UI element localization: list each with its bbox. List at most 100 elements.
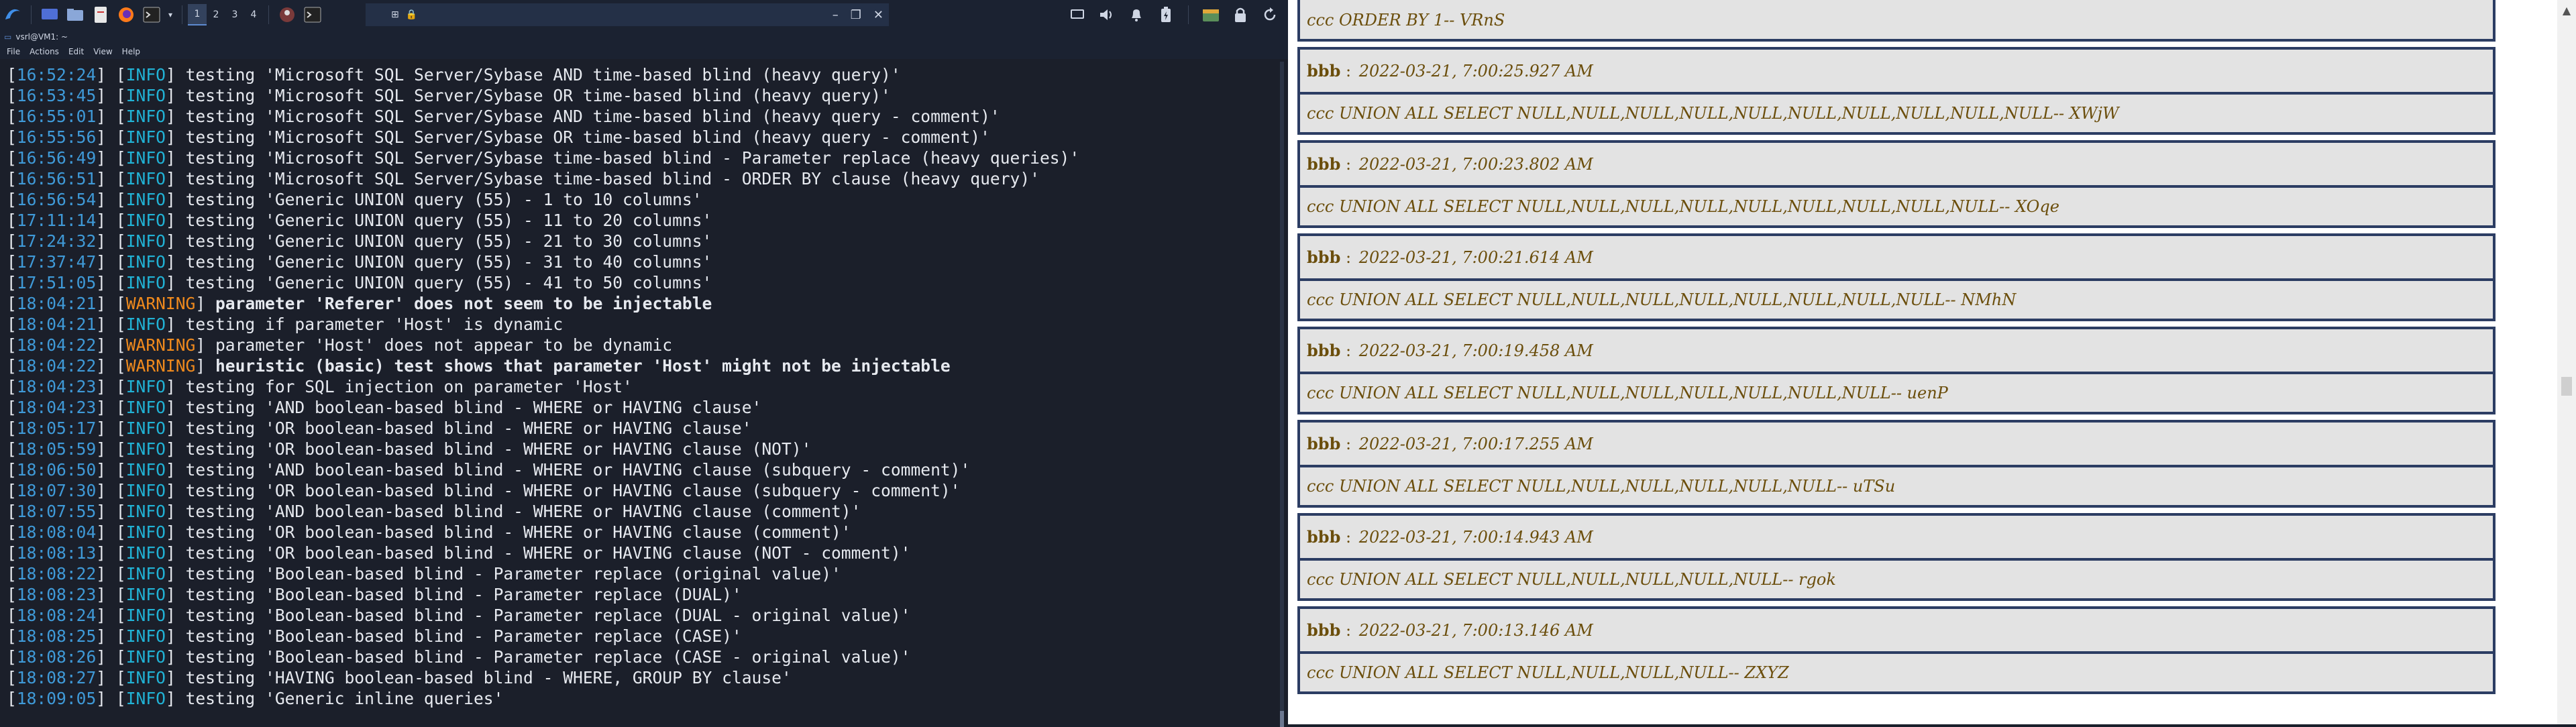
log-level: INFO [125, 86, 166, 105]
firefox-icon[interactable] [115, 5, 138, 25]
chevron-down-icon[interactable]: ▾ [166, 5, 175, 25]
log-timestamp: 16:52:24 [16, 65, 97, 85]
message-separator: : [1340, 154, 1356, 174]
maximize-icon[interactable]: ❐ [851, 8, 861, 22]
log-message: testing 'Generic UNION query (55) - 31 t… [185, 252, 712, 272]
terminal-line: [18:04:22] [WARNING] heuristic (basic) t… [7, 356, 951, 376]
volume-icon[interactable] [1095, 5, 1118, 25]
log-message: testing 'AND boolean-based blind - WHERE… [185, 460, 971, 480]
taskbar-separator [31, 5, 32, 24]
terminal-line: [18:08:22] [INFO] testing 'Boolean-based… [7, 564, 841, 583]
log-message: testing 'AND boolean-based blind - WHERE… [185, 398, 762, 417]
menu-actions[interactable]: Actions [30, 47, 59, 56]
message-entry: bbb : 2022-03-21, 7:00:14.943 AM ccc UNIO… [1297, 513, 2496, 601]
message-body: ccc UNION ALL SELECT NULL,NULL,NULL,NULL… [1307, 290, 2017, 309]
message-date: 2022-03-21, 7:00:23.802 AM [1358, 154, 1593, 174]
terminal-line: [18:08:27] [INFO] testing 'HAVING boolea… [7, 668, 792, 687]
terminal-line: [18:05:59] [INFO] testing 'OR boolean-ba… [7, 439, 812, 459]
workspace-4[interactable]: 4 [244, 5, 263, 25]
log-timestamp: 18:04:22 [16, 356, 97, 376]
user-icon[interactable] [276, 5, 299, 25]
terminal-title: vsrl@VM1: ~ [15, 32, 68, 42]
log-level: INFO [125, 460, 166, 480]
text-editor-icon[interactable] [89, 5, 112, 25]
menu-view[interactable]: View [93, 47, 112, 56]
message-entry: bbb : 2022-03-21, 7:00:23.802 AM ccc UNIO… [1297, 140, 2496, 228]
workspace-3[interactable]: 3 [225, 5, 244, 25]
bell-icon[interactable] [1125, 5, 1148, 25]
scroll-up-arrow-icon[interactable]: ▲ [2560, 4, 2573, 17]
message-user: bbb [1307, 61, 1341, 80]
message-user: bbb [1307, 247, 1341, 267]
log-message: testing 'OR boolean-based blind - WHERE … [185, 522, 851, 542]
log-timestamp: 18:08:27 [16, 668, 97, 687]
log-timestamp: 18:08:04 [16, 522, 97, 542]
log-timestamp: 18:08:23 [16, 585, 97, 604]
log-timestamp: 16:56:49 [16, 148, 97, 168]
menu-edit[interactable]: Edit [68, 47, 84, 56]
message-date: 2022-03-21, 7:00:19.458 AM [1358, 341, 1593, 360]
page-scrollbar[interactable] [2557, 0, 2576, 724]
terminal-window[interactable]: ▭ vsrl@VM1: ~ File Actions Edit View Hel… [0, 30, 1288, 727]
terminal-scrollbar[interactable] [1280, 62, 1284, 719]
terminal-line: [16:55:56] [INFO] testing 'Microsoft SQL… [7, 127, 990, 147]
terminal-output[interactable]: [16:52:24] [INFO] testing 'Microsoft SQL… [0, 64, 1281, 724]
message-entry: bbb : 2022-03-21, 7:00:21.614 AM ccc UNIO… [1297, 233, 2496, 321]
log-timestamp: 18:08:22 [16, 564, 97, 583]
minimize-icon[interactable]: – [833, 8, 839, 22]
terminal-scrollbar-thumb[interactable] [1280, 711, 1284, 727]
log-level: INFO [125, 65, 166, 85]
message-separator: : [1340, 341, 1356, 360]
log-timestamp: 18:05:59 [16, 439, 97, 459]
message-user: bbb [1307, 341, 1341, 360]
lock-screen-icon[interactable] [1229, 5, 1252, 25]
log-timestamp: 17:11:14 [16, 211, 97, 230]
message-user: bbb [1307, 154, 1341, 174]
log-timestamp: 18:07:55 [16, 502, 97, 521]
log-level: INFO [125, 585, 166, 604]
close-icon[interactable]: ✕ [873, 8, 883, 22]
terminal-small-icon[interactable] [301, 5, 324, 25]
log-timestamp: 18:08:13 [16, 543, 97, 563]
log-message: testing 'AND boolean-based blind - WHERE… [185, 502, 861, 521]
log-message: testing 'Generic UNION query (55) - 21 t… [185, 231, 712, 251]
message-list: ccc ORDER BY 1-- VRnS bbb : 2022-03-21, … [1297, 0, 2496, 700]
message-body: ccc UNION ALL SELECT NULL,NULL,NULL,NULL… [1307, 384, 1948, 402]
menu-help[interactable]: Help [122, 47, 140, 56]
log-timestamp: 18:06:50 [16, 460, 97, 480]
taskbar-window-button[interactable]: ⊞ 🔒 – ❐ ✕ [366, 3, 889, 26]
message-user: bbb [1307, 434, 1341, 453]
message-separator: : [1340, 61, 1356, 80]
message-date: 2022-03-21, 7:00:25.927 AM [1358, 61, 1593, 80]
terminal-icon[interactable] [140, 5, 163, 25]
workspace-2[interactable]: 2 [207, 5, 225, 25]
kali-menu-icon[interactable] [1, 5, 24, 25]
terminal-line: [18:07:30] [INFO] testing 'OR boolean-ba… [7, 481, 961, 500]
menu-file[interactable]: File [7, 47, 20, 56]
files-icon[interactable] [64, 5, 87, 25]
message-date: 2022-03-21, 7:00:13.146 AM [1358, 620, 1593, 640]
terminal-line: [18:08:23] [INFO] testing 'Boolean-based… [7, 585, 742, 604]
taskbar: ▾ 1 2 3 4 ⊞ 🔒 – ❐ ✕ [0, 0, 1288, 30]
terminal-app-icon: ▭ [4, 32, 12, 42]
battery-icon[interactable] [1155, 5, 1177, 25]
log-message: testing 'OR boolean-based blind - WHERE … [185, 543, 911, 563]
log-level: INFO [125, 689, 166, 708]
terminal-line: [17:37:47] [INFO] testing 'Generic UNION… [7, 252, 712, 272]
message-body: ccc UNION ALL SELECT NULL,NULL,NULL,NULL… [1307, 197, 2059, 216]
log-message: testing 'OR boolean-based blind - WHERE … [185, 481, 961, 500]
folder-icon[interactable] [1199, 5, 1222, 25]
message-entry: ccc ORDER BY 1-- VRnS [1297, 0, 2496, 42]
log-level: INFO [125, 418, 166, 438]
log-level: INFO [125, 626, 166, 646]
monitor-icon[interactable] [1066, 5, 1089, 25]
log-timestamp: 17:24:32 [16, 231, 97, 251]
message-header: bbb : 2022-03-21, 7:00:13.146 AM [1300, 609, 2493, 654]
log-timestamp: 18:04:21 [16, 315, 97, 334]
workspace-1[interactable]: 1 [188, 4, 207, 25]
terminal-line: [16:56:51] [INFO] testing 'Microsoft SQL… [7, 169, 1040, 188]
refresh-icon[interactable] [1258, 5, 1281, 25]
terminal-line: [16:52:24] [INFO] testing 'Microsoft SQL… [7, 65, 901, 85]
page-scrollbar-thumb[interactable] [2561, 377, 2572, 396]
desktop-icon[interactable] [38, 5, 61, 25]
